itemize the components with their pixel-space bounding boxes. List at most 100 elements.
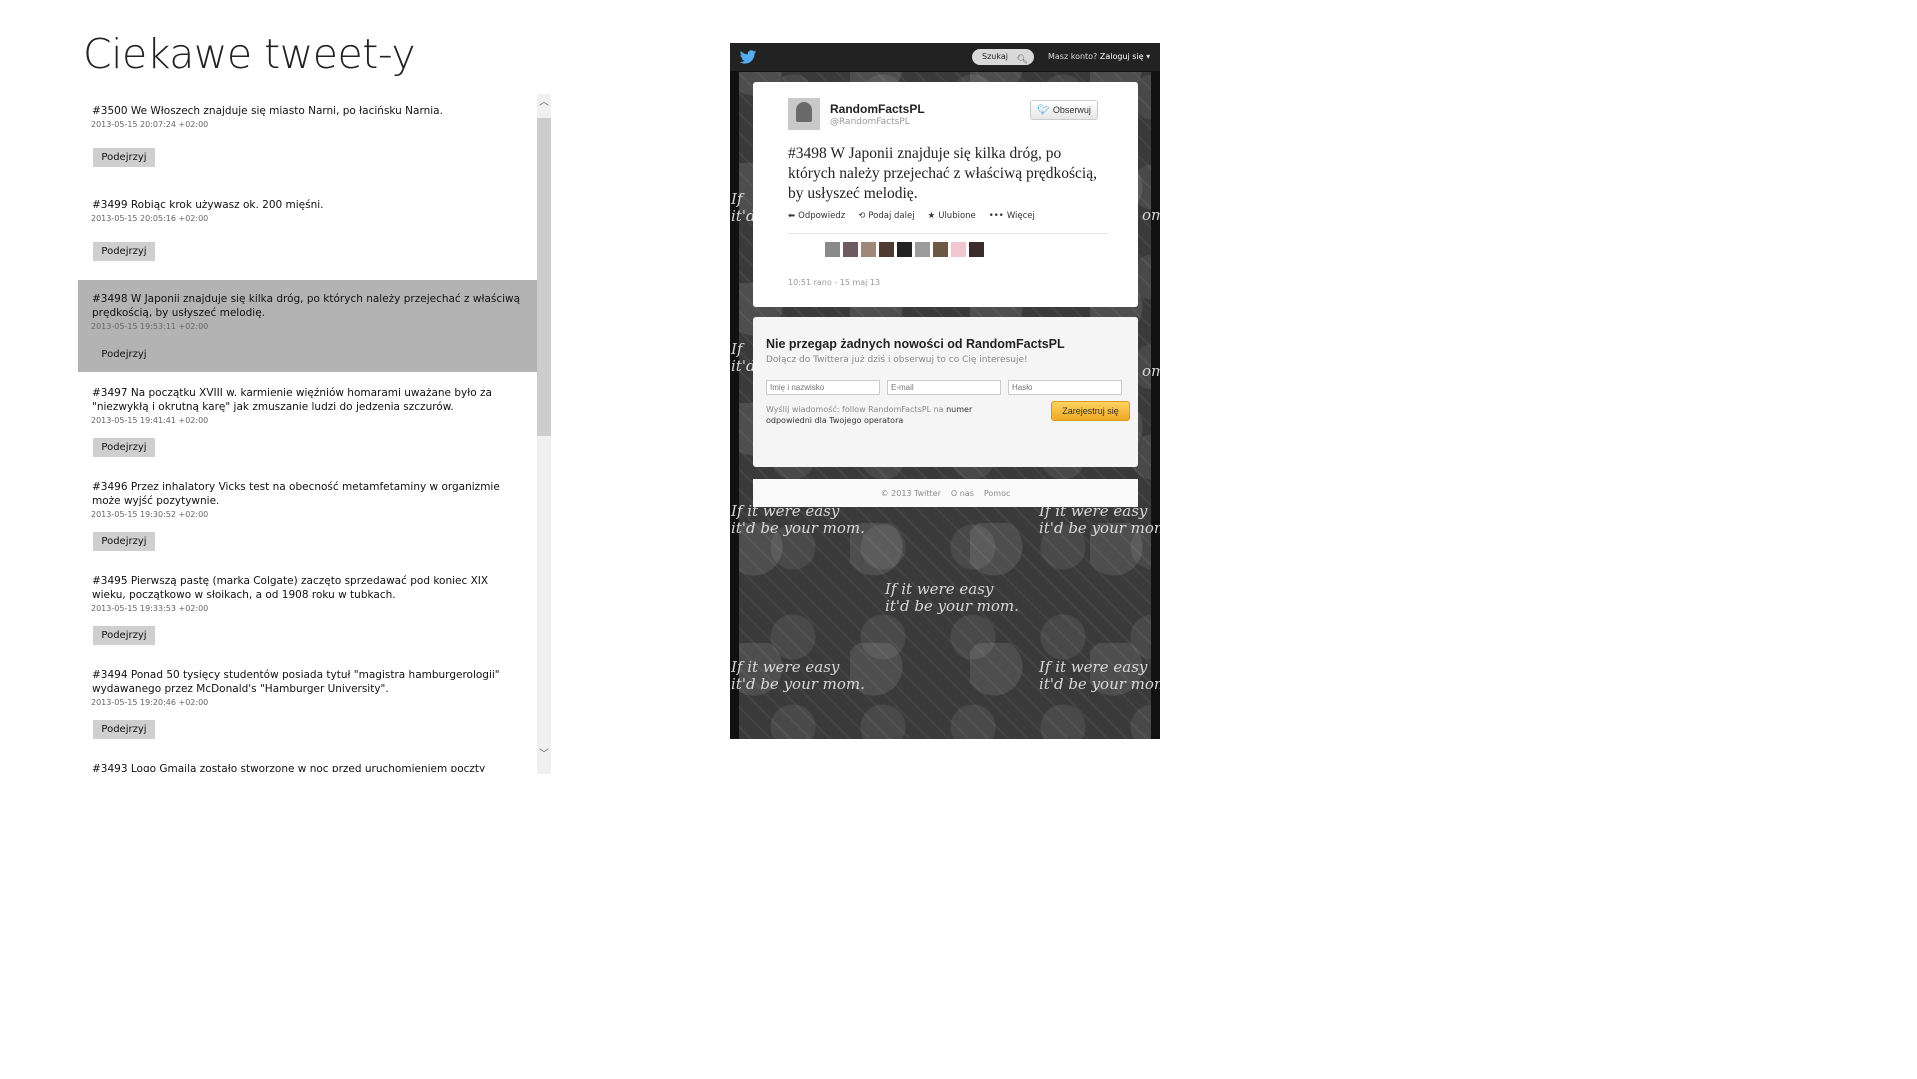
tweet-text: #3496 Przez inhalatory Vicks test na obe… bbox=[92, 481, 500, 507]
follow-label: Obserwuj bbox=[1052, 105, 1091, 115]
retweeter-avatars bbox=[825, 242, 984, 257]
about-link[interactable]: O nas bbox=[951, 489, 974, 498]
chalk-text: om. bbox=[1142, 362, 1160, 380]
preview-button[interactable]: Podejrzyj bbox=[93, 626, 155, 645]
account-prompt: Masz konto? bbox=[1048, 52, 1098, 61]
retweet-action[interactable]: ⟲ Podaj dalej bbox=[858, 211, 914, 221]
page-title: Ciekawe tweet-y bbox=[83, 30, 416, 78]
list-item-selected[interactable]: #3498 W Japonii znajduje się kilka dróg,… bbox=[78, 280, 537, 372]
webview-border-right bbox=[1151, 71, 1160, 739]
copyright: © 2013 Twitter bbox=[880, 488, 941, 498]
tweet-date: 2013-05-15 19:53:11 +02:00 bbox=[91, 322, 209, 331]
list-item[interactable]: #3499 Robiąc krok używasz ok. 200 mięśni… bbox=[78, 186, 537, 278]
avatar[interactable] bbox=[969, 242, 984, 257]
tweet-date: 2013-05-15 19:41:41 +02:00 bbox=[91, 416, 209, 425]
tweet-body: #3498 W Japonii znajduje się kilka dróg,… bbox=[788, 145, 1097, 202]
tweet-list[interactable]: #3500 We Włoszech znajduje się miasto Na… bbox=[78, 92, 551, 772]
avatar[interactable] bbox=[788, 98, 820, 130]
tweet-text: #3495 Pierwszą pastę (marka Colgate) zac… bbox=[92, 575, 489, 601]
avatar[interactable] bbox=[951, 242, 966, 257]
sms-prefix: Wyślij wiadomość: follow RandomFactsPL n… bbox=[766, 405, 944, 414]
more-label: Więcej bbox=[1006, 211, 1035, 221]
avatar[interactable] bbox=[879, 242, 894, 257]
reply-icon: ⬅ bbox=[788, 211, 796, 221]
reply-label: Odpowiedz bbox=[798, 211, 846, 221]
preview-button[interactable]: Podejrzyj bbox=[93, 345, 155, 364]
favorite-label: Ulubione bbox=[938, 211, 976, 221]
tweet-text: #3498 W Japonii znajduje się kilka dróg,… bbox=[92, 293, 521, 319]
signup-subtitle: Dołącz do Twittera już dziś i obserwuj t… bbox=[766, 355, 1028, 365]
preview-button[interactable]: Podejrzyj bbox=[93, 532, 155, 551]
tweet-date: 2013-05-15 19:20:46 +02:00 bbox=[91, 698, 209, 707]
list-item[interactable]: #3496 Przez inhalatory Vicks test na obe… bbox=[78, 468, 537, 560]
tweet-actions: ⬅ Odpowiedz ⟲ Podaj dalej ★ Ulubione ••• Wię… bbox=[788, 211, 1118, 221]
name-field[interactable] bbox=[766, 380, 880, 395]
tweet-date: 2013-05-15 20:05:16 +02:00 bbox=[91, 214, 209, 223]
star-icon: ★ bbox=[927, 211, 936, 221]
preview-button[interactable]: Podejrzyj bbox=[93, 720, 155, 739]
chalk-text: If it were easy it'd be your mom. bbox=[731, 502, 865, 537]
tweet-date: 2013-05-15 19:30:52 +02:00 bbox=[91, 510, 209, 519]
avatar[interactable] bbox=[825, 242, 840, 257]
avatar[interactable] bbox=[897, 242, 912, 257]
scrollbar[interactable]: ︿ ﹀ bbox=[537, 94, 551, 774]
chalk-text: If it were easy it'd be your mom. bbox=[885, 580, 1019, 615]
tweet-text: #3493 Logo Gmaila zostało stworzone w no… bbox=[92, 763, 486, 772]
avatar[interactable] bbox=[915, 242, 930, 257]
webview-footer: © 2013 Twitter O nas Pomoc bbox=[753, 479, 1138, 507]
avatar[interactable] bbox=[861, 242, 876, 257]
tweet-text: #3499 Robiąc krok używasz ok. 200 mięśni… bbox=[92, 199, 324, 211]
more-action[interactable]: ••• Więcej bbox=[989, 211, 1035, 221]
scroll-down-icon[interactable]: ﹀ bbox=[538, 748, 550, 762]
scroll-up-icon[interactable]: ︿ bbox=[538, 96, 550, 110]
search-icon[interactable]: 🔍︎ bbox=[1017, 52, 1028, 68]
email-field[interactable] bbox=[887, 380, 1001, 395]
tweet-author-name[interactable]: RandomFactsPL bbox=[830, 102, 925, 116]
tweet-card: RandomFactsPL @RandomFactsPL 🐦︎ Obserwuj… bbox=[753, 82, 1138, 307]
list-item[interactable]: #3495 Pierwszą pastę (marka Colgate) zac… bbox=[78, 562, 537, 654]
list-item[interactable]: #3494 Ponad 50 tysięcy studentów posiada… bbox=[78, 656, 537, 748]
sms-info: Wyślij wiadomość: follow RandomFactsPL n… bbox=[766, 404, 1006, 426]
reply-action[interactable]: ⬅ Odpowiedz bbox=[788, 211, 845, 221]
chalk-text: If it'd bbox=[731, 340, 756, 375]
chalk-text: If it were easy it'd be your mom. bbox=[1039, 658, 1160, 693]
preview-button[interactable]: Podejrzyj bbox=[93, 148, 155, 167]
avatar[interactable] bbox=[933, 242, 948, 257]
account-links: Masz konto? Zaloguj się ▾ bbox=[1048, 52, 1150, 61]
tweet-date: 2013-05-15 20:07:24 +02:00 bbox=[91, 120, 209, 129]
list-item[interactable]: #3493 Logo Gmaila zostało stworzone w no… bbox=[78, 750, 537, 772]
scroll-thumb[interactable] bbox=[537, 118, 551, 436]
password-field[interactable] bbox=[1008, 380, 1122, 395]
search-input[interactable]: Szukaj 🔍︎ bbox=[972, 49, 1034, 65]
favorite-action[interactable]: ★ Ulubione bbox=[928, 211, 976, 221]
tweet-timestamp[interactable]: 10:51 rano - 15 maj 13 bbox=[788, 278, 880, 287]
tweet-author-handle[interactable]: @RandomFactsPL bbox=[830, 117, 910, 127]
signup-button[interactable]: Zarejestruj się bbox=[1051, 401, 1130, 421]
retweet-label: Podaj dalej bbox=[868, 211, 915, 221]
tweet-webview[interactable]: Ifit'd Ifit'd om. om. If it were easyit'… bbox=[730, 43, 1160, 739]
login-link[interactable]: Zaloguj się bbox=[1100, 52, 1144, 61]
chalk-text: If it were easy it'd be your mom. bbox=[1039, 502, 1160, 537]
tweet-date: 2013-05-15 19:33:53 +02:00 bbox=[91, 604, 209, 613]
list-item[interactable]: #3500 We Włoszech znajduje się miasto Na… bbox=[78, 92, 537, 184]
twitter-bird-icon: 🐦︎ bbox=[1037, 104, 1050, 116]
twitter-topbar: Szukaj 🔍︎ Masz konto? Zaloguj się ▾ bbox=[730, 43, 1160, 72]
webview-border-left bbox=[730, 71, 739, 739]
chalk-text: If it were easy it'd be your mom. bbox=[731, 658, 865, 693]
list-item[interactable]: #3497 Na początku XVIII w. karmienie wię… bbox=[78, 374, 537, 466]
signup-title: Nie przegap żadnych nowości od RandomFac… bbox=[766, 337, 1065, 351]
chevron-down-icon[interactable]: ▾ bbox=[1146, 52, 1150, 61]
preview-button[interactable]: Podejrzyj bbox=[93, 242, 155, 261]
tweet-text: #3497 Na początku XVIII w. karmienie wię… bbox=[92, 387, 492, 413]
preview-button[interactable]: Podejrzyj bbox=[93, 438, 155, 457]
retweet-icon: ⟲ bbox=[858, 211, 866, 221]
twitter-bird-icon[interactable] bbox=[739, 48, 757, 66]
help-link[interactable]: Pomoc bbox=[984, 489, 1011, 498]
more-icon: ••• bbox=[988, 211, 1004, 221]
avatar[interactable] bbox=[843, 242, 858, 257]
tweet-text: #3500 We Włoszech znajduje się miasto Na… bbox=[92, 105, 443, 117]
chalk-text: om. bbox=[1142, 206, 1160, 224]
search-placeholder: Szukaj bbox=[982, 52, 1008, 61]
follow-button[interactable]: 🐦︎ Obserwuj bbox=[1030, 100, 1098, 120]
signup-card: Nie przegap żadnych nowości od RandomFac… bbox=[753, 317, 1138, 467]
